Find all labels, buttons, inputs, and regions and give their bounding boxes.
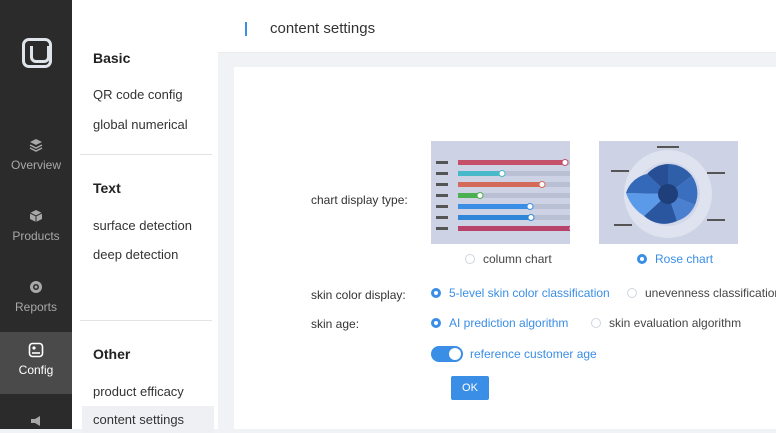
radio-column-chart[interactable]: column chart [465, 252, 552, 266]
cube-icon [28, 208, 44, 224]
radio-ai-prediction-dot[interactable] [431, 318, 441, 328]
rose-chart-preview[interactable] [599, 141, 738, 244]
radio-skin-evaluation[interactable]: skin evaluation algorithm [591, 316, 741, 330]
menu-item-deep-detection[interactable]: deep detection [93, 247, 178, 262]
column-chart-preview[interactable] [431, 141, 576, 244]
nav-config[interactable]: Config [0, 332, 72, 394]
menu-item-qr-code-config[interactable]: QR code config [93, 87, 183, 102]
page-title: content settings [270, 20, 376, 37]
radio-5-level-label: 5-level skin color classification [449, 286, 610, 300]
radio-5-level[interactable]: 5-level skin color classification [431, 286, 610, 300]
skin-color-label: skin color display: [311, 288, 406, 302]
radio-unevenness-label: unevenness classification [645, 286, 776, 300]
reference-age-toggle[interactable] [431, 346, 463, 362]
radio-unevenness-dot[interactable] [627, 288, 637, 298]
menu-item-surface-detection[interactable]: surface detection [93, 218, 192, 233]
report-icon [28, 279, 44, 295]
chart-type-label: chart display type: [311, 193, 408, 207]
radio-column-chart-dot[interactable] [465, 254, 475, 264]
nav-reports-label: Reports [14, 300, 58, 314]
settings-card [234, 67, 776, 429]
nav-products[interactable]: Products [0, 208, 72, 268]
config-icon [28, 342, 44, 358]
app-logo [22, 38, 52, 68]
megaphone-icon [28, 414, 44, 428]
toggle-knob [449, 348, 461, 360]
nav-config-label: Config [18, 363, 54, 377]
radio-unevenness[interactable]: unevenness classification [627, 286, 776, 300]
radio-ai-prediction-label: AI prediction algorithm [449, 316, 569, 330]
reference-age-label: reference customer age [470, 347, 597, 361]
radio-rose-chart-label: Rose chart [655, 252, 714, 266]
section-title-other: Other [93, 346, 131, 362]
radio-rose-chart[interactable]: Rose chart [637, 252, 713, 266]
header-accent-bar [245, 22, 247, 36]
skin-age-label: skin age: [311, 317, 360, 331]
section-title-text: Text [93, 180, 121, 196]
menu-divider [80, 320, 212, 321]
radio-5-level-dot[interactable] [431, 288, 441, 298]
left-rail: Overview Products Reports Config [0, 0, 72, 429]
column-chart-preview-image [431, 141, 576, 244]
nav-products-label: Products [12, 229, 60, 243]
page-header: content settings [218, 0, 776, 53]
nav-reports[interactable]: Reports [0, 279, 72, 339]
ok-button[interactable]: OK [451, 376, 489, 400]
radio-skin-evaluation-label: skin evaluation algorithm [609, 316, 742, 330]
menu-item-global-numerical[interactable]: global numerical [93, 117, 188, 132]
nav-overview-label: Overview [10, 158, 61, 172]
radio-rose-chart-dot[interactable] [637, 254, 647, 264]
radio-column-chart-label: column chart [483, 252, 552, 266]
nav-more[interactable] [0, 414, 72, 429]
section-title-basic: Basic [93, 50, 131, 66]
menu-divider [80, 154, 212, 155]
secondary-menu: Basic QR code config global numerical Te… [72, 0, 218, 433]
layers-icon [28, 137, 44, 153]
radio-ai-prediction[interactable]: AI prediction algorithm [431, 316, 568, 330]
rose-chart-preview-image [599, 141, 738, 244]
radio-skin-evaluation-dot[interactable] [591, 318, 601, 328]
nav-overview[interactable]: Overview [0, 137, 72, 197]
menu-item-product-efficacy[interactable]: product efficacy [93, 384, 184, 399]
